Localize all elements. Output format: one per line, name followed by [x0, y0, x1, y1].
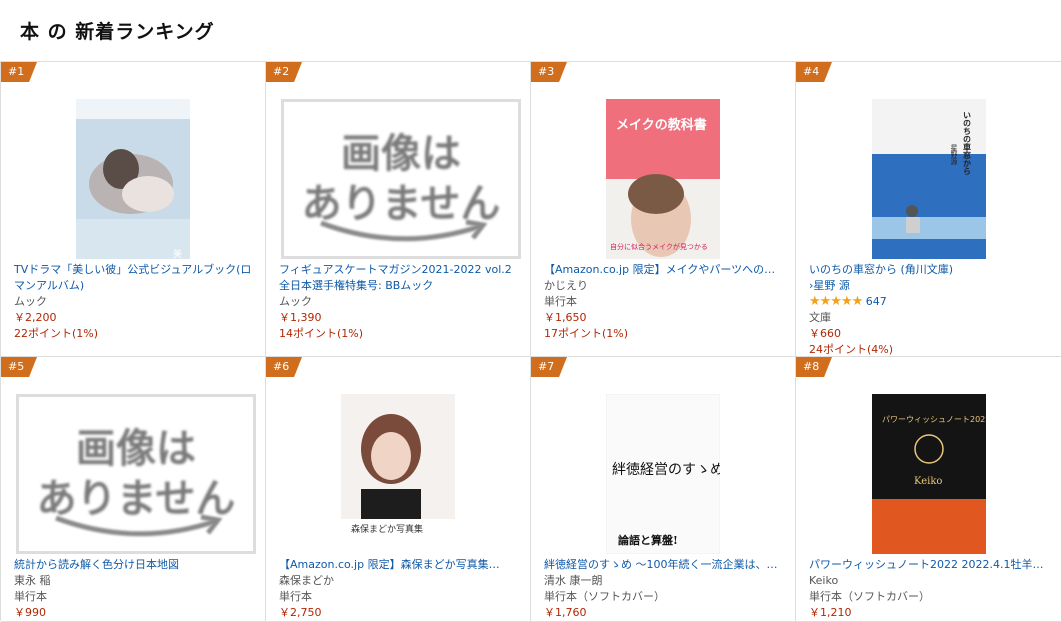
book-price: ￥660 — [809, 327, 841, 340]
review-count[interactable]: 647 — [866, 295, 887, 308]
no-image-placeholder[interactable]: 画像は ありません — [281, 99, 521, 259]
book-price: ￥1,390 — [279, 311, 322, 324]
page-title: 本 の 新着ランキング — [20, 21, 215, 43]
book-author: 東永 稲 — [14, 574, 51, 587]
book-format: 単行本（ソフトカバー） — [809, 590, 930, 603]
book-points: 14ポイント(1%) — [279, 327, 364, 340]
book-format: 文庫 — [809, 311, 831, 324]
no-image-text-line1: 画像は — [341, 131, 461, 177]
book-cover[interactable]: 森保まどか写真集 — [341, 394, 455, 554]
rank-badge: #5 — [1, 357, 37, 377]
book-format: 単行本 — [14, 590, 47, 603]
rank-badge: #7 — [531, 357, 567, 377]
ranking-item-2[interactable]: #2 画像は ありません フィギュアスケートマガジン2021-2022 vol.… — [266, 62, 531, 357]
book-author: 森保まどか — [279, 574, 334, 587]
book-title-link[interactable]: 【Amazon.co.jp 限定】メイクやパーツへの… — [544, 262, 787, 278]
rank-badge: #6 — [266, 357, 302, 377]
book-price: ￥2,750 — [279, 606, 322, 619]
cover-title-text: 絆徳経営のすゝめ — [612, 462, 720, 478]
book-author: 清水 康一朗 — [544, 574, 603, 587]
book-points: 24ポイント(4%) — [809, 343, 894, 356]
rank-badge: #8 — [796, 357, 832, 377]
book-author: かじえり — [544, 279, 588, 292]
book-cover[interactable]: メイクの教科書 自分に似合うメイクが見つかる — [606, 99, 720, 259]
book-price: ￥1,650 — [544, 311, 587, 324]
book-cover[interactable]: 美しい彼 — [76, 99, 190, 259]
no-image-placeholder[interactable]: 画像は ありません — [16, 394, 256, 554]
cover-author-text: Keiko — [914, 476, 942, 487]
book-cover[interactable]: パワーウィッシュノート2022 Keiko — [871, 394, 986, 554]
book-price: ￥1,760 — [544, 606, 587, 619]
rank-badge: #1 — [1, 62, 37, 82]
ranking-item-8[interactable]: #8 パワーウィッシュノート2022 Keiko パワーウィッシュノート2022… — [796, 357, 1061, 622]
ranking-item-5[interactable]: #5 画像は ありません 統計から読み解く色分け日本地図 東永 稲 単行本 ￥9… — [1, 357, 266, 622]
book-author-link[interactable]: 星野 源 — [813, 279, 850, 292]
book-format: ムック — [14, 295, 47, 308]
cover-title-text: 森保まどか写真集 — [351, 523, 423, 535]
ranking-item-7[interactable]: #7 絆徳経営のすゝめ 論語と算盤! 絆徳経営のすゝめ ～100年続く一流企業は… — [531, 357, 796, 622]
rank-badge: #4 — [796, 62, 832, 82]
rank-badge: #3 — [531, 62, 567, 82]
rank-badge: #2 — [266, 62, 302, 82]
ranking-item-3[interactable]: #3 メイクの教科書 自分に似合うメイクが見つかる 【Amazon.co.jp … — [531, 62, 796, 357]
book-format: 単行本 — [544, 295, 577, 308]
ranking-grid: #1 美しい彼 TVドラマ「美しい彼」公式ビジュアルブック(ロマンアルバム) ム… — [0, 61, 1061, 622]
book-cover[interactable]: いのちの車窓から 星野源 — [871, 99, 986, 259]
smile-arrow-icon — [320, 219, 488, 242]
ranking-item-1[interactable]: #1 美しい彼 TVドラマ「美しい彼」公式ビジュアルブック(ロマンアルバム) ム… — [1, 62, 266, 357]
ranking-item-6[interactable]: #6 森保まどか写真集 【Amazon.co.jp 限定】森保まどか写真集… 森… — [266, 357, 531, 622]
book-title-link[interactable]: パワーウィッシュノート2022 2022.4.1牡羊… — [809, 557, 1053, 573]
cover-title-text: 美しい彼 — [171, 248, 182, 259]
book-title-link[interactable]: 【Amazon.co.jp 限定】森保まどか写真集… — [279, 557, 522, 573]
book-title-link[interactable]: フィギュアスケートマガジン2021-2022 vol.2 全日本選手権特集号: … — [279, 262, 522, 294]
book-title-link[interactable]: TVドラマ「美しい彼」公式ビジュアルブック(ロマンアルバム) — [14, 262, 257, 294]
book-title-link[interactable]: いのちの車窓から (角川文庫) — [809, 262, 1053, 278]
book-title-link[interactable]: 絆徳経営のすゝめ ～100年続く一流企業は、… — [544, 557, 787, 573]
smile-arrow-icon — [55, 514, 223, 537]
book-price: ￥2,200 — [14, 311, 57, 324]
book-points: 22ポイント(1%) — [14, 327, 99, 340]
book-points: 17ポイント(1%) — [544, 327, 629, 340]
cover-subtitle-text: 自分に似合うメイクが見つかる — [610, 242, 708, 251]
cover-author-text: 星野源 — [950, 144, 958, 166]
book-price: ￥990 — [14, 606, 46, 619]
book-author: Keiko — [809, 574, 839, 587]
ranking-item-4[interactable]: #4 いのちの車窓から 星野源 いのちの車窓から (角川文庫) ›星野 源 ★★… — [796, 62, 1061, 357]
no-image-text-line1: 画像は — [76, 426, 196, 472]
book-cover[interactable]: 絆徳経営のすゝめ 論語と算盤! — [606, 394, 720, 554]
book-format: 単行本 — [279, 590, 312, 603]
cover-title-text: パワーウィッシュノート2022 — [882, 415, 986, 424]
book-price: ￥1,210 — [809, 606, 852, 619]
cover-title-text: いのちの車窓から — [962, 111, 971, 175]
cover-subtitle-text: 論語と算盤! — [618, 533, 678, 547]
star-rating-icon[interactable]: ★★★★★ — [809, 294, 863, 309]
book-format: 単行本（ソフトカバー） — [544, 590, 665, 603]
book-title-link[interactable]: 統計から読み解く色分け日本地図 — [14, 557, 257, 573]
book-format: ムック — [279, 295, 312, 308]
cover-title-text: メイクの教科書 — [616, 117, 707, 133]
